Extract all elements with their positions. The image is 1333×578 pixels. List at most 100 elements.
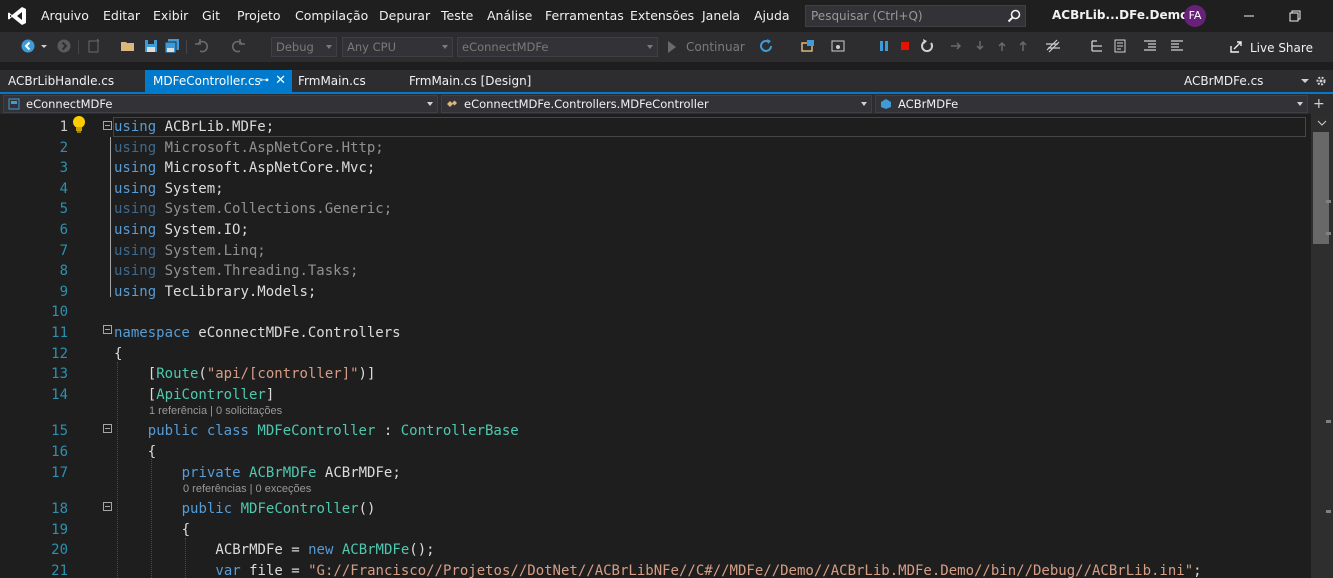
- code-line[interactable]: 6 using System.IO;: [0, 221, 1311, 242]
- tab-acbrmdfe[interactable]: ACBrMDFe.cs: [1176, 70, 1286, 92]
- menu-editar[interactable]: Editar: [103, 8, 140, 23]
- new-item-icon[interactable]: [86, 38, 102, 54]
- indent-icon[interactable]: [1142, 38, 1158, 54]
- code-line[interactable]: 11 namespace eConnectMDFe.Controllers: [0, 324, 1311, 345]
- code-line[interactable]: 16 {: [0, 443, 1311, 464]
- project-navigation-dropdown[interactable]: eConnectMDFe: [3, 95, 438, 113]
- tab-frmmain[interactable]: FrmMain.cs: [290, 70, 400, 92]
- fold-class-icon[interactable]: [103, 424, 112, 433]
- menu-exibir[interactable]: Exibir: [153, 8, 188, 23]
- restart-icon[interactable]: [919, 38, 935, 54]
- code-line[interactable]: 18 public MDFeController(): [0, 500, 1311, 521]
- step-over-icon[interactable]: [994, 38, 1010, 54]
- code-line[interactable]: 19 {: [0, 521, 1311, 542]
- member-navigation-dropdown[interactable]: ACBrMDFe: [875, 95, 1308, 113]
- codelens-references[interactable]: 0 referências | 0 exceções: [183, 483, 311, 495]
- minimize-icon[interactable]: [1228, 6, 1268, 26]
- toolbar-separator: [78, 40, 79, 54]
- menu-ajuda[interactable]: Ajuda: [754, 8, 790, 23]
- line-number: 7: [59, 242, 68, 259]
- close-icon[interactable]: ✕: [275, 70, 286, 92]
- codelens-references[interactable]: 1 referência | 0 solicitações: [149, 405, 282, 417]
- code-line[interactable]: 14 [ApiController]: [0, 386, 1311, 407]
- split-window-icon[interactable]: +: [1313, 96, 1325, 112]
- gear-icon[interactable]: [1315, 75, 1327, 87]
- scrollbar-thumb[interactable]: [1313, 132, 1329, 244]
- restore-icon[interactable]: [1274, 6, 1314, 26]
- lightbulb-icon[interactable]: [71, 115, 87, 133]
- code-text: [Route("api/[controller]")]: [147, 366, 376, 383]
- line-number: 9: [59, 283, 68, 300]
- platform-dropdown[interactable]: Any CPU: [342, 37, 453, 57]
- platform-value: Any CPU: [347, 40, 396, 54]
- hex-display-icon[interactable]: [1045, 38, 1061, 54]
- forward-icon[interactable]: [56, 38, 72, 54]
- code-line[interactable]: 5 using System.Collections.Generic;: [0, 200, 1311, 221]
- pause-icon[interactable]: [876, 38, 892, 54]
- arrow-right-icon[interactable]: [948, 38, 964, 54]
- startup-project-dropdown[interactable]: eConnectMDFe: [457, 37, 658, 57]
- live-share-icon: [1230, 41, 1242, 53]
- chevron-down-icon[interactable]: [40, 38, 48, 54]
- code-line[interactable]: 13 [Route("api/[controller]")]: [0, 365, 1311, 386]
- fold-constructor-icon[interactable]: [103, 502, 112, 511]
- code-line[interactable]: 17 private ACBrMDFe ACBrMDFe;: [0, 464, 1311, 485]
- code-editor[interactable]: 1 using ACBrLib.MDFe; 2 using Microsoft.Asp…: [0, 114, 1311, 578]
- class-navigation-dropdown[interactable]: eConnectMDFe.Controllers.MDFeController: [441, 95, 872, 113]
- code-line[interactable]: 20 ACBrMDFe = new ACBrMDFe();: [0, 541, 1311, 562]
- menu-janela[interactable]: Janela: [702, 8, 740, 23]
- search-input[interactable]: Pesquisar (Ctrl+Q): [805, 5, 1026, 27]
- menu-ferramentas[interactable]: Ferramentas: [545, 8, 624, 23]
- code-line[interactable]: 10: [0, 303, 1311, 324]
- back-icon[interactable]: [20, 38, 36, 54]
- fold-using-block-icon[interactable]: [103, 121, 112, 130]
- menu-compilacao[interactable]: Compilação: [295, 8, 368, 23]
- code-line[interactable]: 9 using TecLibrary.Models;: [0, 283, 1311, 304]
- comment-icon[interactable]: [1112, 38, 1128, 54]
- save-icon[interactable]: [143, 38, 159, 54]
- step-into-icon[interactable]: [972, 38, 988, 54]
- menu-analise[interactable]: Análise: [487, 8, 532, 23]
- menu-projeto[interactable]: Projeto: [237, 8, 281, 23]
- configuration-dropdown[interactable]: Debug: [271, 37, 337, 57]
- refresh-icon[interactable]: [758, 38, 774, 54]
- indent-guide: [117, 362, 118, 578]
- code-line[interactable]: 2 using Microsoft.AspNetCore.Http;: [0, 139, 1311, 160]
- browser-link-icon[interactable]: [830, 38, 846, 54]
- menu-arquivo[interactable]: Arquivo: [41, 8, 89, 23]
- code-line[interactable]: 7 using System.Linq;: [0, 242, 1311, 263]
- tab-frmmain-design[interactable]: FrmMain.cs [Design]: [401, 70, 541, 92]
- tab-acbrlibhandle[interactable]: ACBrLibHandle.cs: [0, 70, 138, 92]
- code-line[interactable]: 3 using Microsoft.AspNetCore.Mvc;: [0, 159, 1311, 180]
- redo-icon[interactable]: [230, 38, 246, 54]
- csharp-project-icon: [8, 98, 20, 110]
- code-line[interactable]: 21 var file = "G://Francisco//Projetos//D…: [0, 562, 1311, 578]
- tab-list-dropdown-icon[interactable]: [1300, 76, 1310, 86]
- tab-mdfecontroller[interactable]: MDFeController.cs ⊶ ✕: [145, 70, 292, 92]
- code-line[interactable]: 15 public class MDFeController : Controll…: [0, 422, 1311, 443]
- menu-depurar[interactable]: Depurar: [379, 8, 430, 23]
- undo-icon[interactable]: [194, 38, 210, 54]
- save-all-icon[interactable]: [164, 38, 180, 54]
- outdent-icon[interactable]: [1169, 38, 1185, 54]
- fold-namespace-icon[interactable]: [103, 325, 112, 334]
- window-icon[interactable]: [800, 38, 816, 54]
- pin-icon[interactable]: ⊶: [259, 70, 269, 92]
- bookmark-icon[interactable]: [1089, 38, 1105, 54]
- user-avatar[interactable]: FA: [1184, 5, 1206, 27]
- menu-teste[interactable]: Teste: [441, 8, 473, 23]
- line-number: 16: [51, 444, 68, 460]
- step-out-icon[interactable]: [1015, 38, 1031, 54]
- code-line[interactable]: 4 using System;: [0, 180, 1311, 201]
- visual-studio-logo-icon[interactable]: [6, 5, 28, 27]
- open-folder-icon[interactable]: [120, 38, 136, 54]
- indent-guide: [151, 459, 152, 578]
- stop-icon[interactable]: [897, 38, 913, 54]
- menu-extensoes[interactable]: Extensões: [630, 8, 694, 23]
- menu-git[interactable]: Git: [202, 8, 220, 23]
- splitter-icon[interactable]: [1313, 118, 1331, 128]
- live-share-button[interactable]: Live Share: [1250, 41, 1313, 55]
- code-line[interactable]: 12 {: [0, 345, 1311, 366]
- code-line[interactable]: 8 using System.Threading.Tasks;: [0, 262, 1311, 283]
- continue-button[interactable]: Continuar: [686, 40, 745, 54]
